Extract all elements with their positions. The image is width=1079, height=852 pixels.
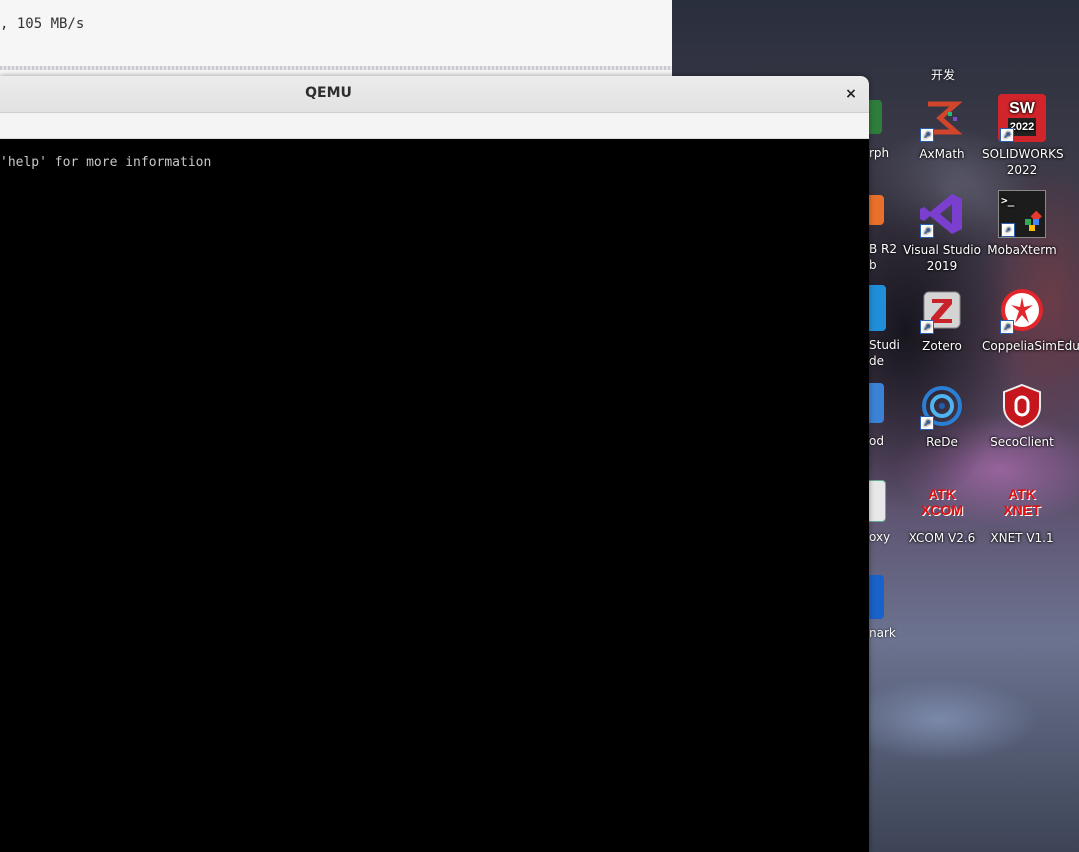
partial-icon-label[interactable]: B R2 xyxy=(869,241,897,257)
axmath-icon: ↗ xyxy=(918,94,966,142)
desktop-icon-label: CoppeliaSimEdu xyxy=(982,339,1079,353)
partial-icon-label[interactable]: oxy xyxy=(869,529,890,545)
desktop-icon-visual-studio[interactable]: ↗ Visual Studio 2019 xyxy=(902,190,982,274)
desktop-icon-label: SOLIDWORKS 2022 xyxy=(982,147,1064,177)
desktop-icon-solidworks[interactable]: SW 2022 ↗ SOLIDWORKS 2022 xyxy=(982,94,1064,178)
qemu-menubar[interactable] xyxy=(0,113,869,139)
partial-icon-label[interactable]: de xyxy=(869,353,884,369)
desktop-icon-zotero[interactable]: ↗ Zotero xyxy=(902,286,982,354)
visual-studio-icon: ↗ xyxy=(918,190,966,238)
desktop-icon-label: MobaXterm xyxy=(987,243,1057,257)
partial-icon-label[interactable]: od xyxy=(869,433,884,449)
shortcut-arrow-icon: ↗ xyxy=(920,224,934,238)
desktop-icon-label: AxMath xyxy=(919,147,965,161)
desktop-icon-label: SecoClient xyxy=(990,435,1054,449)
desktop-group-label: 开发 xyxy=(930,68,955,82)
zotero-icon: ↗ xyxy=(918,286,966,334)
partial-app-icon[interactable] xyxy=(866,480,886,522)
desktop-icon-xnet[interactable]: ATK XNET XNET V1.1 xyxy=(982,478,1062,546)
window-separator xyxy=(0,66,672,70)
desktop-icon-label: Visual Studio 2019 xyxy=(903,243,981,273)
xcom-icon: ATK XCOM xyxy=(921,486,963,518)
desktop-icon-rede[interactable]: ↗ ReDe xyxy=(902,382,982,450)
desktop-icon-label: ReDe xyxy=(926,435,958,449)
console-output-line: 'help' for more information xyxy=(0,155,212,170)
desktop-icon-mobaxterm[interactable]: >_ ↗ MobaXterm xyxy=(982,190,1062,258)
partial-icon-label[interactable]: nark xyxy=(869,625,896,641)
qemu-window[interactable]: QEMU × 'help' for more information xyxy=(0,76,869,852)
partial-icon-label[interactable]: rph xyxy=(869,145,889,161)
shortcut-arrow-icon: ↗ xyxy=(920,416,934,430)
desktop-icon-label: XNET V1.1 xyxy=(990,531,1054,545)
desktop-icon-xcom[interactable]: ATK XCOM XCOM V2.6 xyxy=(902,478,982,546)
partial-icon-label[interactable]: Studi xyxy=(869,337,900,353)
shortcut-arrow-icon: ↗ xyxy=(920,320,934,334)
shortcut-arrow-icon: ↗ xyxy=(920,128,934,142)
terminal-output-text: , 105 MB/s xyxy=(0,16,85,32)
window-title: QEMU xyxy=(305,85,352,101)
shortcut-arrow-icon: ↗ xyxy=(1001,223,1015,237)
qemu-titlebar[interactable]: QEMU × xyxy=(0,76,869,113)
secoclient-icon xyxy=(998,382,1046,430)
coppeliasim-icon: ↗ xyxy=(998,286,1046,334)
desktop-icon-label: XCOM V2.6 xyxy=(908,531,976,545)
desktop-icon-secoclient[interactable]: SecoClient xyxy=(982,382,1062,450)
desktop-icon-axmath[interactable]: ↗ AxMath xyxy=(902,94,982,162)
mobaxterm-icon: >_ ↗ xyxy=(998,190,1046,238)
qemu-console-screen[interactable]: 'help' for more information xyxy=(0,139,869,852)
partial-icon-label[interactable]: b xyxy=(869,257,877,273)
xnet-icon: ATK XNET xyxy=(1003,486,1041,518)
shortcut-arrow-icon: ↗ xyxy=(1000,320,1014,334)
rede-icon: ↗ xyxy=(918,382,966,430)
solidworks-icon: SW 2022 ↗ xyxy=(998,94,1046,142)
close-button[interactable]: × xyxy=(839,82,863,106)
shortcut-arrow-icon: ↗ xyxy=(1000,128,1014,142)
background-terminal-window[interactable]: , 105 MB/s xyxy=(0,0,672,77)
partial-app-icon[interactable] xyxy=(866,285,886,331)
desktop-icon-coppeliasim[interactable]: ↗ CoppeliaSimEdu xyxy=(982,286,1079,354)
desktop-icon-label: Zotero xyxy=(922,339,962,353)
